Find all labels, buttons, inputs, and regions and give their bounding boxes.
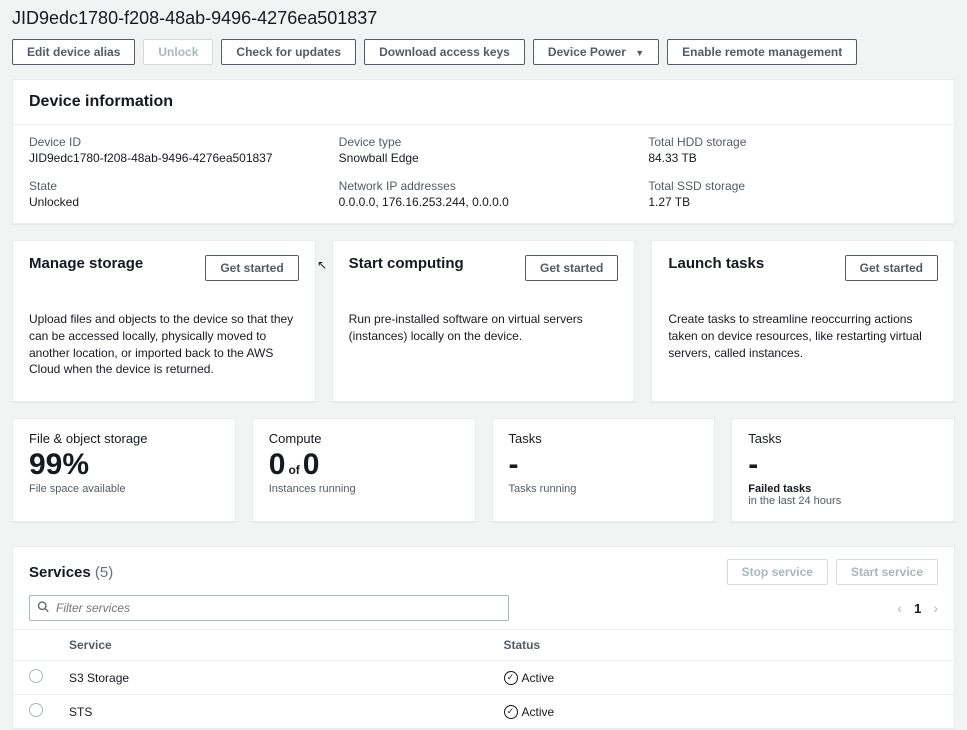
state-label: State <box>29 179 319 193</box>
manage-storage-title: Manage storage <box>29 255 143 272</box>
start-computing-card: Start computing Get started Run pre-inst… <box>332 240 636 402</box>
services-title-text: Services <box>29 564 91 581</box>
device-type-label: Device type <box>339 135 629 149</box>
row-radio[interactable] <box>29 703 43 717</box>
tasks-failed-sub2: in the last 24 hours <box>748 495 938 507</box>
check-circle-icon: ✓ <box>504 671 518 685</box>
stop-service-button: Stop service <box>727 559 828 585</box>
storage-metric-value: 99% <box>29 448 219 481</box>
device-id-block: Device ID JID9edc1780-f208-48ab-9496-427… <box>29 135 319 165</box>
compute-metric-value: 0of0 <box>269 448 459 481</box>
services-title: Services (5) <box>29 564 113 581</box>
ip-value: 0.0.0.0, 176.16.253.244, 0.0.0.0 <box>339 195 629 209</box>
service-name: STS <box>69 705 504 719</box>
manage-storage-desc: Upload files and objects to the device s… <box>29 311 299 378</box>
launch-tasks-card: Launch tasks Get started Create tasks to… <box>651 240 955 402</box>
ssd-value: 1.27 TB <box>648 195 938 209</box>
manage-storage-card: Manage storage Get started Upload files … <box>12 240 316 402</box>
tasks-running-sub: Tasks running <box>509 483 699 495</box>
services-table: Service Status S3 Storage ✓ Active STS ✓… <box>13 629 954 729</box>
compute-metric-sub: Instances running <box>269 483 459 495</box>
state-block: State Unlocked <box>29 179 319 209</box>
page-prev-icon[interactable]: ‹ <box>897 600 902 616</box>
filter-services-input[interactable] <box>29 595 509 621</box>
device-info-header: Device information <box>13 80 954 125</box>
ssd-block: Total SSD storage 1.27 TB <box>648 179 938 209</box>
search-icon <box>37 601 49 616</box>
ssd-label: Total SSD storage <box>648 179 938 193</box>
tasks-failed-title: Tasks <box>748 431 938 446</box>
pagination: ‹ 1 › <box>897 600 938 616</box>
device-id-value: JID9edc1780-f208-48ab-9496-4276ea501837 <box>29 151 319 165</box>
start-computing-get-started-button[interactable]: Get started <box>525 255 618 281</box>
storage-metric: File & object storage 99% File space ava… <box>12 418 236 522</box>
unlock-button: Unlock <box>143 39 213 65</box>
compute-of: of <box>288 463 299 477</box>
tasks-running-value: - <box>509 448 699 481</box>
caret-down-icon: ▼ <box>635 48 644 58</box>
compute-v1: 0 <box>269 448 286 481</box>
device-type-value: Snowball Edge <box>339 151 629 165</box>
status-text: Active <box>522 671 555 685</box>
launch-tasks-desc: Create tasks to streamline reoccurring a… <box>668 311 938 361</box>
hdd-value: 84.33 TB <box>648 151 938 165</box>
hdd-label: Total HDD storage <box>648 135 938 149</box>
download-keys-button[interactable]: Download access keys <box>364 39 525 65</box>
service-name: S3 Storage <box>69 671 504 685</box>
metrics-row: File & object storage 99% File space ava… <box>8 402 959 522</box>
ip-label: Network IP addresses <box>339 179 629 193</box>
tasks-failed-value: - <box>748 448 938 481</box>
compute-v2: 0 <box>303 448 320 481</box>
col-status: Status <box>504 638 939 652</box>
device-information-panel: Device information Device ID JID9edc1780… <box>12 79 955 224</box>
action-cards-row: Manage storage Get started Upload files … <box>8 224 959 402</box>
tasks-failed-metric: Tasks - Failed tasks in the last 24 hour… <box>731 418 955 522</box>
device-power-button[interactable]: Device Power ▼ <box>533 39 659 65</box>
status-text: Active <box>522 705 555 719</box>
page-next-icon[interactable]: › <box>933 600 938 616</box>
compute-metric-title: Compute <box>269 431 459 446</box>
services-count: (5) <box>95 564 113 581</box>
table-header-row: Service Status <box>13 630 954 661</box>
hdd-block: Total HDD storage 84.33 TB <box>648 135 938 165</box>
compute-metric: Compute 0of0 Instances running <box>252 418 476 522</box>
start-computing-title: Start computing <box>349 255 464 272</box>
page-number: 1 <box>914 601 921 616</box>
edit-alias-button[interactable]: Edit device alias <box>12 39 135 65</box>
filter-services-box <box>29 595 509 621</box>
device-id-label: Device ID <box>29 135 319 149</box>
check-circle-icon: ✓ <box>504 705 518 719</box>
manage-storage-get-started-button[interactable]: Get started <box>205 255 298 281</box>
row-radio[interactable] <box>29 669 43 683</box>
start-computing-desc: Run pre-installed software on virtual se… <box>349 311 619 345</box>
enable-remote-button[interactable]: Enable remote management <box>667 39 857 65</box>
device-type-block: Device type Snowball Edge <box>339 135 629 165</box>
start-service-button: Start service <box>836 559 938 585</box>
table-row[interactable]: S3 Storage ✓ Active <box>13 661 954 695</box>
device-power-label: Device Power <box>548 45 626 59</box>
storage-metric-sub: File space available <box>29 483 219 495</box>
ip-block: Network IP addresses 0.0.0.0, 176.16.253… <box>339 179 629 209</box>
check-updates-button[interactable]: Check for updates <box>221 39 356 65</box>
toolbar: Edit device alias Unlock Check for updat… <box>8 39 959 79</box>
status-cell: ✓ Active <box>504 705 939 719</box>
table-row[interactable]: STS ✓ Active <box>13 695 954 729</box>
state-value: Unlocked <box>29 195 319 209</box>
services-panel: Services (5) Stop service Start service … <box>12 546 955 730</box>
tasks-failed-sub1: Failed tasks <box>748 483 938 495</box>
launch-tasks-get-started-button[interactable]: Get started <box>845 255 938 281</box>
col-service: Service <box>69 638 504 652</box>
tasks-running-metric: Tasks - Tasks running <box>492 418 716 522</box>
page-title: JID9edc1780-f208-48ab-9496-4276ea501837 <box>8 0 959 39</box>
status-cell: ✓ Active <box>504 671 939 685</box>
launch-tasks-title: Launch tasks <box>668 255 764 272</box>
storage-metric-title: File & object storage <box>29 431 219 446</box>
tasks-running-title: Tasks <box>509 431 699 446</box>
